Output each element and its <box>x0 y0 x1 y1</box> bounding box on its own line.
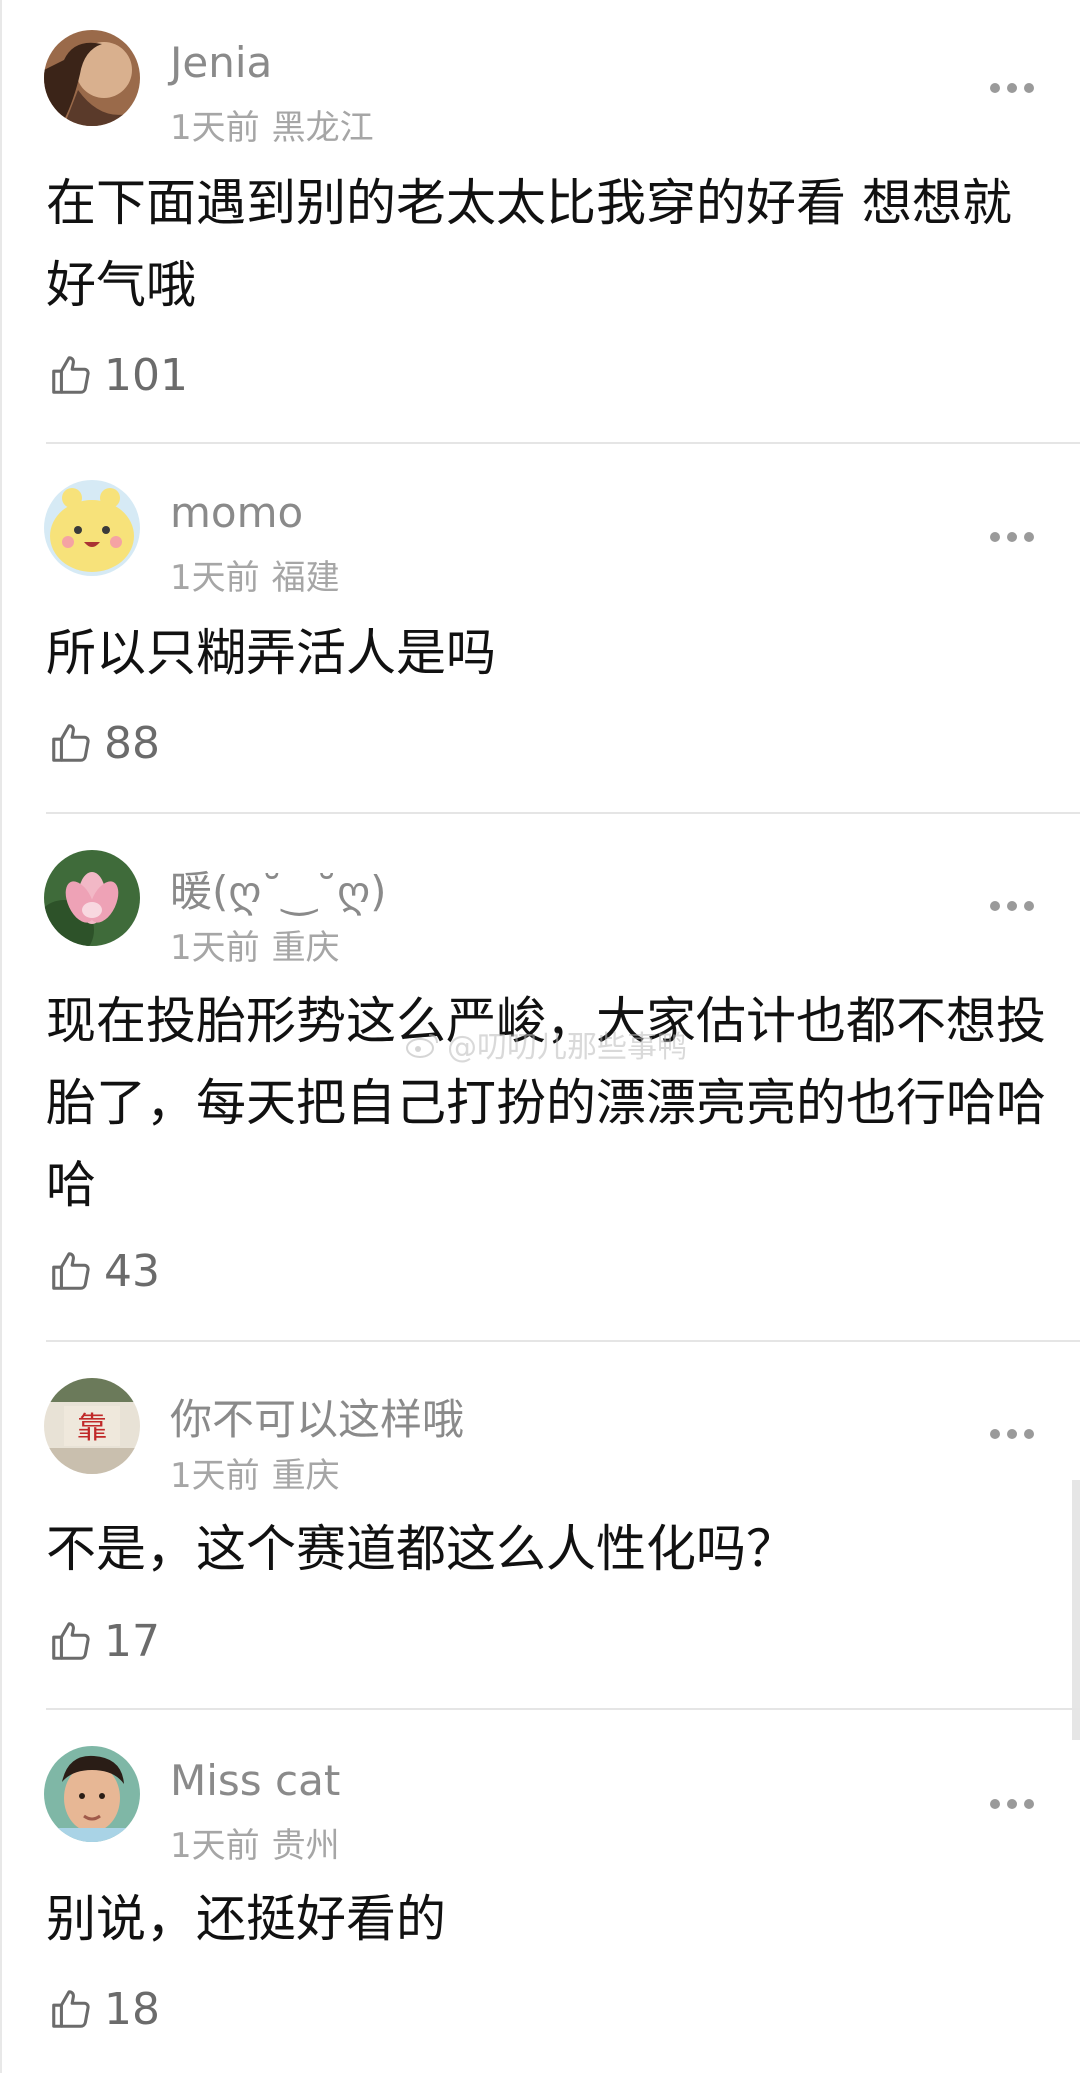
thumbs-up-icon <box>52 356 90 394</box>
like-button[interactable]: 101 <box>48 348 188 402</box>
thumbs-up-icon <box>52 1252 90 1290</box>
thumbs-up-icon <box>52 724 90 762</box>
divider <box>46 1708 1080 1710</box>
location: 福建 <box>271 558 340 598</box>
like-count: 18 <box>104 1983 160 2035</box>
thumbs-up-icon <box>52 1622 90 1660</box>
location: 黑龙江 <box>271 108 374 148</box>
more-dots-icon <box>990 1799 1034 1809</box>
comment-text: 现在投胎形势这么严峻，大家估计也都不想投胎了，每天把自己打扮的漂漂亮亮的也行哈哈… <box>46 992 1046 1214</box>
weibo-logo-icon <box>406 1034 438 1058</box>
more-options-button[interactable] <box>988 527 1036 547</box>
location: 重庆 <box>271 928 340 968</box>
like-count: 101 <box>104 349 188 401</box>
avatar[interactable] <box>44 480 140 576</box>
username[interactable]: Jenia <box>170 38 272 87</box>
avatar[interactable] <box>44 850 140 946</box>
comment-meta: 1天前 重庆 <box>170 1448 352 1497</box>
like-button[interactable]: 18 <box>48 1982 160 2036</box>
timestamp: 1天前 <box>170 558 260 598</box>
divider <box>46 442 1080 444</box>
like-count: 17 <box>104 1615 160 1667</box>
comment-meta: 1天前 贵州 <box>170 1818 352 1867</box>
comment-meta: 1天前 黑龙江 <box>170 100 386 149</box>
username[interactable]: Miss cat <box>170 1756 340 1805</box>
more-options-button[interactable] <box>988 896 1036 916</box>
more-dots-icon <box>990 901 1034 911</box>
location: 重庆 <box>271 1456 340 1496</box>
more-dots-icon <box>990 83 1034 93</box>
avatar[interactable] <box>44 1746 140 1842</box>
more-dots-icon <box>990 1429 1034 1439</box>
like-count: 88 <box>104 717 160 769</box>
timestamp: 1天前 <box>170 1456 260 1496</box>
watermark: @叨叨儿那些事鸭 <box>405 1022 687 1066</box>
timestamp: 1天前 <box>170 928 260 968</box>
more-dots-icon <box>990 532 1034 542</box>
thumbs-up-icon <box>52 1990 90 2028</box>
comment-text: 别说，还挺好看的 <box>46 1890 446 1948</box>
location: 贵州 <box>271 1826 340 1866</box>
watermark-text: @叨叨儿那些事鸭 <box>447 1030 687 1065</box>
divider <box>46 1340 1080 1342</box>
left-edge-line <box>0 0 2 2073</box>
avatar[interactable]: 靠 <box>44 1378 140 1474</box>
more-options-button[interactable] <box>988 1794 1036 1814</box>
avatar[interactable] <box>44 30 140 126</box>
comment-text: 不是，这个赛道都这么人性化吗？ <box>46 1520 796 1578</box>
like-button[interactable]: 43 <box>48 1244 160 1298</box>
username[interactable]: 暖(ღ˘‿˘ღ) <box>170 858 387 919</box>
username[interactable]: momo <box>170 488 303 537</box>
more-options-button[interactable] <box>988 78 1036 98</box>
comment-meta: 1天前 福建 <box>170 550 352 599</box>
comment-text: 在下面遇到别的老太太比我穿的好看 想想就好气哦 <box>46 174 1012 314</box>
divider <box>46 812 1080 814</box>
more-options-button[interactable] <box>988 1424 1036 1444</box>
timestamp: 1天前 <box>170 1826 260 1866</box>
scrollbar[interactable] <box>1072 1480 1080 1740</box>
username[interactable]: 你不可以这样哦 <box>170 1386 464 1447</box>
comment-meta: 1天前 重庆 <box>170 920 352 969</box>
comment-text: 所以只糊弄活人是吗 <box>46 624 496 682</box>
svg-text:靠: 靠 <box>77 1411 107 1446</box>
like-count: 43 <box>104 1245 160 1297</box>
like-button[interactable]: 17 <box>48 1614 160 1668</box>
timestamp: 1天前 <box>170 108 260 148</box>
like-button[interactable]: 88 <box>48 716 160 770</box>
